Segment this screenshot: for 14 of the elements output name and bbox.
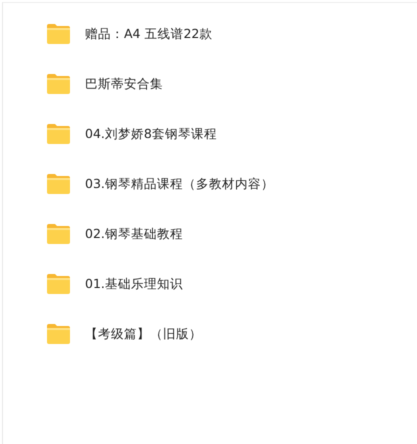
folder-icon[interactable] — [46, 173, 71, 195]
folder-icon[interactable] — [46, 23, 71, 45]
folder-name[interactable]: 02.钢琴基础教程 — [85, 226, 183, 242]
folder-name[interactable]: 【考级篇】（旧版） — [85, 326, 202, 342]
folder-name[interactable]: 04.刘梦娇8套钢琴课程 — [85, 126, 217, 142]
folder-name[interactable]: 03.钢琴精品课程（多教材内容） — [85, 176, 274, 192]
folder-name[interactable]: 巴斯蒂安合集 — [85, 76, 163, 92]
folder-name[interactable]: 01.基础乐理知识 — [85, 276, 183, 292]
folder-icon[interactable] — [46, 123, 71, 145]
folder-name[interactable]: 赠品：A4 五线谱22款 — [85, 26, 212, 42]
folder-icon[interactable] — [46, 223, 71, 245]
folder-icon[interactable] — [46, 323, 71, 345]
folder-icon[interactable] — [46, 273, 71, 295]
folder-icon[interactable] — [46, 73, 71, 95]
